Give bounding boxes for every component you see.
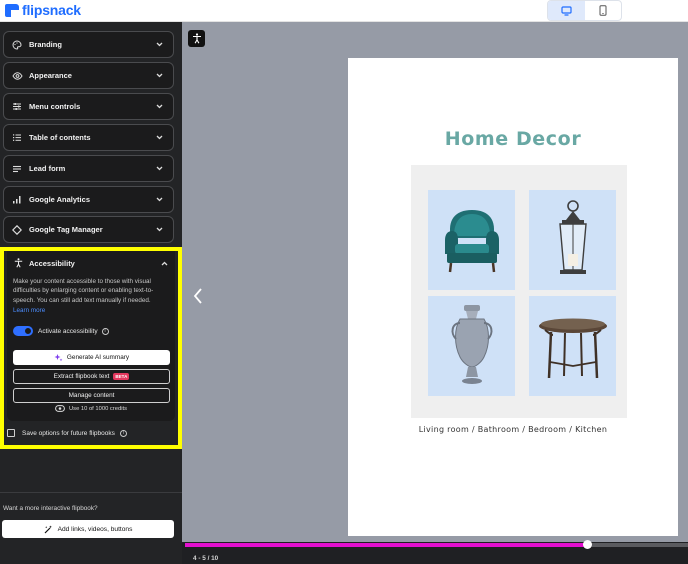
accessibility-person-icon [14,258,23,268]
toggle-label: Activate accessibility [38,327,98,335]
palette-icon [11,39,23,51]
list-icon [11,132,23,144]
mobile-view-button[interactable] [585,1,622,20]
chevron-down-icon [154,197,164,202]
accessibility-floating-button[interactable] [188,30,205,47]
product-gallery [411,165,627,418]
magic-wand-icon [44,525,52,533]
accessibility-person-icon [192,33,201,44]
credits-indicator: Use 10 of 1000 credits [7,405,175,412]
desktop-icon [561,5,572,16]
sidebar-divider [0,492,182,493]
bar-chart-icon [11,194,23,206]
top-bar: flipsnack [0,0,688,22]
section-label: Appearance [29,71,72,80]
activate-accessibility-row: Activate accessibility i [13,326,109,336]
button-label: Manage content [68,392,115,399]
vase-illustration [451,305,492,384]
chevron-left-icon [193,288,202,304]
section-label: Google Tag Manager [29,225,103,234]
activate-accessibility-toggle[interactable] [13,326,33,336]
section-menu-controls[interactable]: Menu controls [3,93,174,120]
extract-flipbook-text-button[interactable]: Extract flipbook text BETA [13,369,170,384]
side-table-illustration [538,318,607,379]
vase-image [428,296,515,396]
accessibility-header[interactable]: Accessibility [14,256,169,270]
page-caption: Living room / Bathroom / Bedroom / Kitch… [418,425,608,434]
accessibility-panel-highlight: Accessibility Make your content accessib… [0,247,182,449]
section-label: Branding [29,40,62,49]
chevron-down-icon [154,104,164,109]
armchair-illustration [444,210,499,273]
sparkle-icon [54,354,63,362]
page-title: Home Decor [444,128,582,150]
eye-icon [11,70,23,82]
page-progress-bar[interactable] [185,540,688,549]
button-label: Extract flipbook text [53,373,110,380]
section-google-tag-manager[interactable]: Google Tag Manager [3,216,174,243]
accessibility-panel: Accessibility Make your content accessib… [7,251,175,421]
chevron-down-icon [154,135,164,140]
diamond-icon [11,224,23,236]
section-table-of-contents[interactable]: Table of contents [3,124,174,151]
logo-text: flipsnack [22,2,81,18]
section-label: Menu controls [29,102,81,111]
interactive-prompt: Want a more interactive flipbook? [3,505,98,512]
flipbook-page: Home Decor Living room / Bathroom / Bedr… [348,58,678,536]
save-options-row: Save options for future flipbooks i [7,429,127,437]
chevron-down-icon [154,227,164,232]
credits-text: Use 10 of 1000 credits [68,405,127,412]
previous-page-arrow[interactable] [191,286,205,306]
chevron-down-icon [154,166,164,171]
sliders-icon [11,101,23,113]
section-branding[interactable]: Branding [3,31,174,58]
section-appearance[interactable]: Appearance [3,62,174,89]
button-label: Generate AI summary [66,354,130,361]
credits-coin-icon [55,405,65,412]
section-lead-form[interactable]: Lead form [3,155,174,182]
section-label: Lead form [29,164,66,173]
form-lines-icon [11,163,23,175]
section-label: Table of contents [29,133,91,142]
page-indicator: 4 - 5 / 10 [193,555,219,562]
accessibility-title: Accessibility [29,258,75,268]
learn-more-link[interactable]: Learn more [13,307,45,314]
section-label: Google Analytics [29,195,90,204]
mobile-icon [599,5,607,16]
armchair-image [428,190,515,290]
desktop-view-button[interactable] [548,1,585,20]
info-icon[interactable]: i [119,429,127,437]
accessibility-description: Make your content accessible to those wi… [13,278,154,304]
generate-ai-summary-button[interactable]: Generate AI summary [13,350,170,365]
beta-badge: BETA [113,373,130,380]
manage-content-button[interactable]: Manage content [13,388,170,403]
info-icon[interactable]: i [101,327,109,335]
chevron-down-icon [154,73,164,78]
lantern-image [529,190,616,290]
chevron-down-icon [154,42,164,47]
lantern-illustration [558,199,587,274]
chevron-up-icon [159,261,169,266]
progress-fill [185,543,588,547]
logo-mark-icon [5,3,19,17]
button-label: Add links, videos, buttons [57,525,133,533]
device-toggle [547,0,622,21]
side-table-image [529,296,616,396]
save-options-checkbox[interactable] [7,429,15,437]
save-options-label: Save options for future flipbooks [22,429,115,437]
flipsnack-logo[interactable]: flipsnack [5,2,81,18]
section-google-analytics[interactable]: Google Analytics [3,186,174,213]
add-interactions-button[interactable]: Add links, videos, buttons [2,520,174,538]
